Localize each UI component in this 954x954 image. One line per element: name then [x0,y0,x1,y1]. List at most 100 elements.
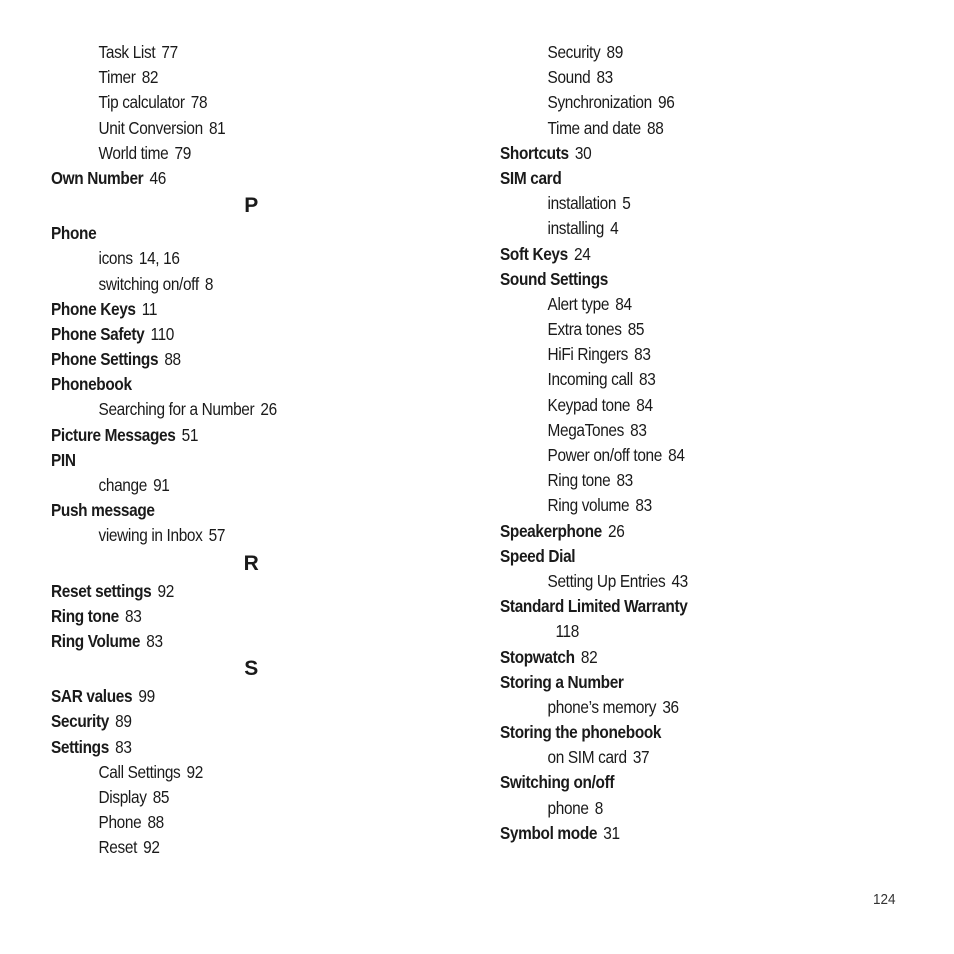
page-reference[interactable]: 78 [191,92,208,112]
page-reference[interactable]: 110 [150,324,174,344]
index-term: Power on/off tone [547,445,663,465]
page-reference[interactable]: 92 [158,581,175,601]
page-reference[interactable]: 83 [146,631,163,651]
index-term: Sound Settings [500,268,609,289]
page-reference[interactable]: 83 [639,369,656,389]
index-subentry: switching on/off 8 [51,272,403,297]
page-reference[interactable]: 96 [658,92,675,112]
page-reference[interactable]: 83 [630,420,647,440]
index-term: viewing in Inbox [98,525,203,546]
index-term: Phone Keys [51,298,136,319]
page-reference[interactable]: 89 [115,711,132,731]
index-term: Storing the phonebook [500,722,662,743]
index-term: icons [98,248,134,269]
index-subentry: on SIM card 37 [500,745,852,770]
page-reference[interactable]: 51 [182,425,199,445]
page-reference[interactable]: 83 [634,344,651,364]
page-reference[interactable]: 88 [164,349,181,369]
page-reference[interactable]: 43 [671,571,688,591]
page-reference[interactable]: 79 [174,143,191,163]
index-entry: Phone Keys 11 [51,297,403,322]
index-term: installation [547,193,617,214]
section-letter: S [244,657,258,681]
page-reference[interactable]: 81 [209,118,226,138]
page-reference[interactable]: 11 [142,299,158,319]
index-subentry: Ring tone 83 [500,468,852,493]
index-term: Extra tones [547,319,622,340]
index-entry: Push message [51,498,403,523]
page-reference[interactable]: 92 [187,762,204,782]
page-reference[interactable]: 85 [628,319,645,339]
page-reference[interactable]: 84 [636,395,653,415]
page-reference[interactable]: 92 [143,837,160,857]
page-reference[interactable]: 83 [125,606,142,626]
index-subentry: Unit Conversion 81 [51,116,403,141]
index-term: Own Number [51,167,144,188]
page-reference[interactable]: 30 [575,143,592,163]
page-reference[interactable]: 118 [555,621,579,641]
index-subentry: World time 79 [51,141,403,166]
index-term: Phone Settings [51,349,159,370]
page-reference[interactable]: 24 [574,244,591,264]
page-reference[interactable]: 85 [153,787,170,807]
index-entry: Switching on/off [500,770,852,795]
index-entry: Phone Settings 88 [51,347,403,372]
index-term: Switching on/off [500,772,615,793]
page-reference[interactable]: 37 [633,747,650,767]
page-reference[interactable]: 8 [595,798,604,818]
index-subentry: installing 4 [500,216,852,241]
index-term: Ring tone [51,605,119,626]
page-reference[interactable]: 5 [622,193,631,213]
index-term: SIM card [500,167,562,188]
page-reference[interactable]: 26 [608,521,625,541]
page-reference[interactable]: 77 [161,42,178,62]
page-reference[interactable]: 83 [115,737,132,757]
index-subentry: Power on/off tone 84 [500,443,852,468]
page-reference[interactable]: 83 [635,495,652,515]
page-reference[interactable]: 36 [662,697,679,717]
page-reference[interactable]: 31 [603,823,620,843]
page-reference[interactable]: 91 [153,475,170,495]
index-entry: SIM card [500,166,852,191]
index-subentry: Call Settings 92 [51,760,403,785]
index-entry: Soft Keys 24 [500,242,852,267]
page-reference[interactable]: 83 [596,67,613,87]
page-reference[interactable]: 84 [668,445,685,465]
index-entry: Speakerphone 26 [500,519,852,544]
index-subentry: Reset 92 [51,835,403,860]
index-term: on SIM card [547,747,628,768]
page-reference[interactable]: 57 [209,525,226,545]
index-term: Unit Conversion [98,117,204,138]
index-entry: Ring Volume 83 [51,629,403,654]
index-subentry: phone’s memory 36 [500,695,852,720]
page-reference[interactable]: 88 [647,118,664,138]
page-reference[interactable]: 8 [205,274,214,294]
index-term: Phonebook [51,374,132,395]
index-term: Keypad tone [547,394,631,415]
page-reference[interactable]: 99 [138,686,155,706]
page-reference[interactable]: 84 [615,294,632,314]
index-subentry: Display 85 [51,785,403,810]
index-term: phone [547,797,589,818]
index-subentry: Tip calculator 78 [51,90,403,115]
section-letter: P [244,194,258,218]
index-subentry: installation 5 [500,191,852,216]
index-term: change [98,475,148,495]
page-reference[interactable]: 82 [581,647,598,667]
page-reference[interactable]: 14, 16 [139,248,180,268]
index-term: Speakerphone [500,520,602,541]
page-reference[interactable]: 82 [142,67,159,87]
index-subentry: Synchronization 96 [500,90,852,115]
page-reference[interactable]: 89 [606,42,623,62]
index-term: Speed Dial [500,545,576,566]
page-reference[interactable]: 88 [147,812,164,832]
page-reference[interactable]: 46 [149,168,166,188]
page-reference[interactable]: 83 [616,470,633,490]
page-reference[interactable]: 4 [610,218,619,238]
index-term: Setting Up Entries [547,570,666,591]
index-subentry: Setting Up Entries 43 [500,569,852,594]
index-term: Ring volume [547,495,630,516]
index-subentry: viewing in Inbox 57 [51,523,403,548]
page-reference[interactable]: 26 [260,399,277,419]
index-term: Picture Messages [51,424,176,445]
